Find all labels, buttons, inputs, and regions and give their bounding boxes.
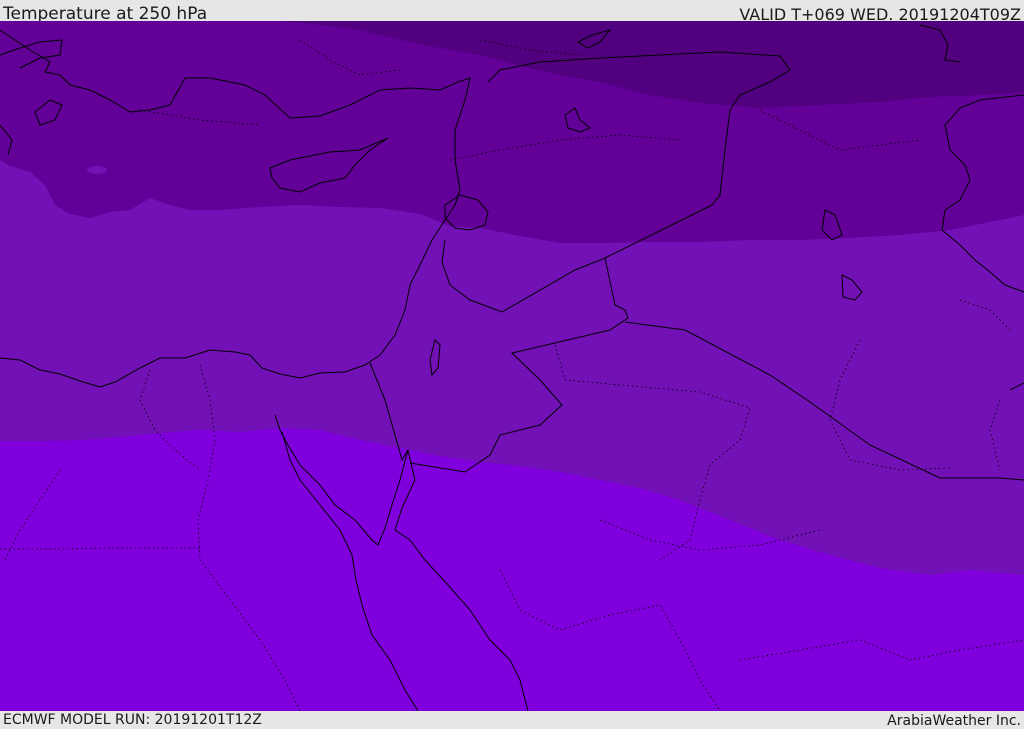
temperature-map <box>0 21 1024 711</box>
model-run-label: ECMWF MODEL RUN: 20191201T12Z <box>3 712 262 728</box>
footer-bar: ECMWF MODEL RUN: 20191201T12Z ArabiaWeat… <box>0 711 1024 729</box>
header-bar: Temperature at 250 hPa VALID T+069 WED. … <box>0 0 1024 24</box>
credit-label: ArabiaWeather Inc. <box>887 713 1021 729</box>
cold-pocket <box>87 166 107 174</box>
